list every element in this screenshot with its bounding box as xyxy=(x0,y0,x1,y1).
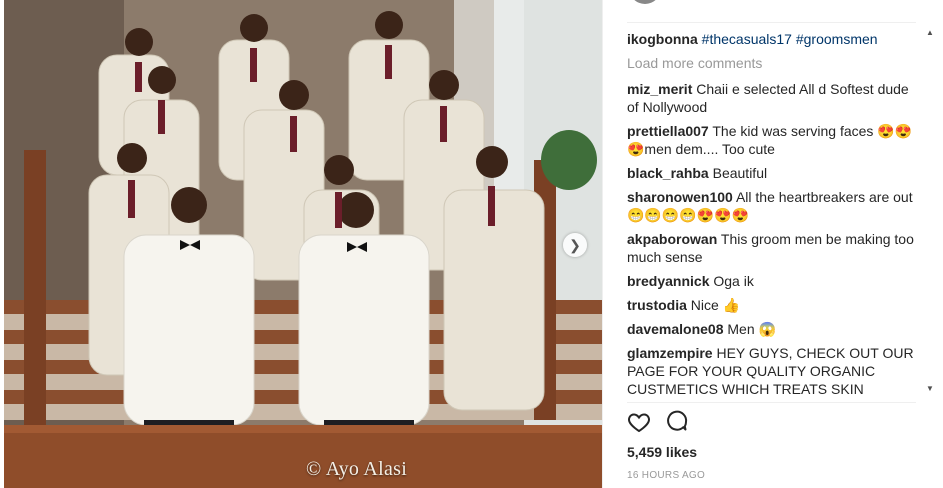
comment-text: Beautiful xyxy=(712,165,768,181)
photo-watermark: © Ayo Alasi xyxy=(306,458,408,480)
list-item: black_rahba Beautiful xyxy=(627,164,917,182)
post-photo[interactable]: © Ayo Alasi xyxy=(4,0,602,488)
comment-username[interactable]: bredyannick xyxy=(627,273,709,289)
next-photo-button[interactable]: ❯ xyxy=(563,233,587,257)
list-item: prettiella007 The kid was serving faces … xyxy=(627,122,917,158)
comment-username[interactable]: davemalone08 xyxy=(627,321,724,337)
post-timestamp[interactable]: 16 HOURS AGO xyxy=(627,470,705,481)
photo-illustration xyxy=(4,0,602,488)
chevron-right-icon: ❯ xyxy=(569,236,581,253)
divider xyxy=(627,22,916,23)
avatar[interactable] xyxy=(629,0,661,4)
caption-username[interactable]: ikogbonna xyxy=(627,31,698,47)
scroll-up-icon[interactable]: ▲ xyxy=(926,28,934,37)
list-item: bredyannick Oga ik xyxy=(627,272,917,290)
comment-text: Nice 👍 xyxy=(690,297,741,313)
comment-username[interactable]: glamzempire xyxy=(627,345,713,361)
comment-username[interactable]: miz_merit xyxy=(627,81,692,97)
list-item: trustodia Nice 👍 xyxy=(627,296,917,314)
load-more-comments-link[interactable]: Load more comments xyxy=(627,54,917,72)
post-actions xyxy=(627,410,689,434)
comment-username[interactable]: trustodia xyxy=(627,297,687,313)
caption: ikogbonna #thecasuals17 #groomsmen xyxy=(627,30,917,48)
comment-username[interactable]: prettiella007 xyxy=(627,123,709,139)
list-item: glamzempire HEY GUYS, CHECK OUT OUR PAGE… xyxy=(627,344,917,398)
comment-username[interactable]: sharonowen100 xyxy=(627,189,733,205)
comment-username[interactable]: black_rahba xyxy=(627,165,709,181)
comment-text: Oga ik xyxy=(713,273,754,289)
scroll-down-icon[interactable]: ▼ xyxy=(926,384,934,393)
comment-bubble-icon[interactable] xyxy=(665,410,689,434)
likes-count[interactable]: 5,459 likes xyxy=(627,444,697,460)
comments-scrollbar[interactable]: ▲ ▼ xyxy=(925,24,935,398)
comment-text: Men 😱 xyxy=(727,321,776,337)
divider xyxy=(627,402,916,403)
post-frame: © Ayo Alasi ❯ ikogbonna #thecasuals17 #g… xyxy=(0,0,943,488)
comment-list[interactable]: ikogbonna #thecasuals17 #groomsmen Load … xyxy=(627,30,917,398)
caption-hashtags[interactable]: #thecasuals17 #groomsmen xyxy=(702,31,878,47)
comments-panel: ikogbonna #thecasuals17 #groomsmen Load … xyxy=(602,0,943,488)
list-item: davemalone08 Men 😱 xyxy=(627,320,917,338)
comment-username[interactable]: akpaborowan xyxy=(627,231,717,247)
list-item: akpaborowan This groom men be making too… xyxy=(627,230,917,266)
list-item: miz_merit Chaii e selected All d Softest… xyxy=(627,80,917,116)
list-item: sharonowen100 All the heartbreakers are … xyxy=(627,188,917,224)
heart-icon[interactable] xyxy=(627,410,651,434)
